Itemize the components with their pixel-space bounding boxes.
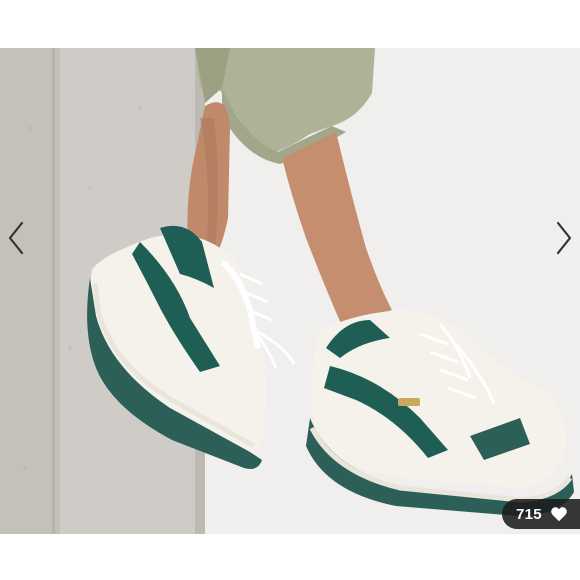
likes-count: 715 bbox=[516, 505, 542, 523]
likes-badge[interactable]: 715 bbox=[502, 499, 580, 529]
next-image-button[interactable] bbox=[548, 214, 580, 262]
chevron-left-icon bbox=[8, 221, 24, 255]
product-image-gallery[interactable] bbox=[0, 48, 580, 534]
heart-icon bbox=[551, 507, 567, 522]
previous-image-button[interactable] bbox=[0, 214, 32, 262]
product-photo bbox=[0, 48, 580, 534]
chevron-right-icon bbox=[556, 221, 572, 255]
